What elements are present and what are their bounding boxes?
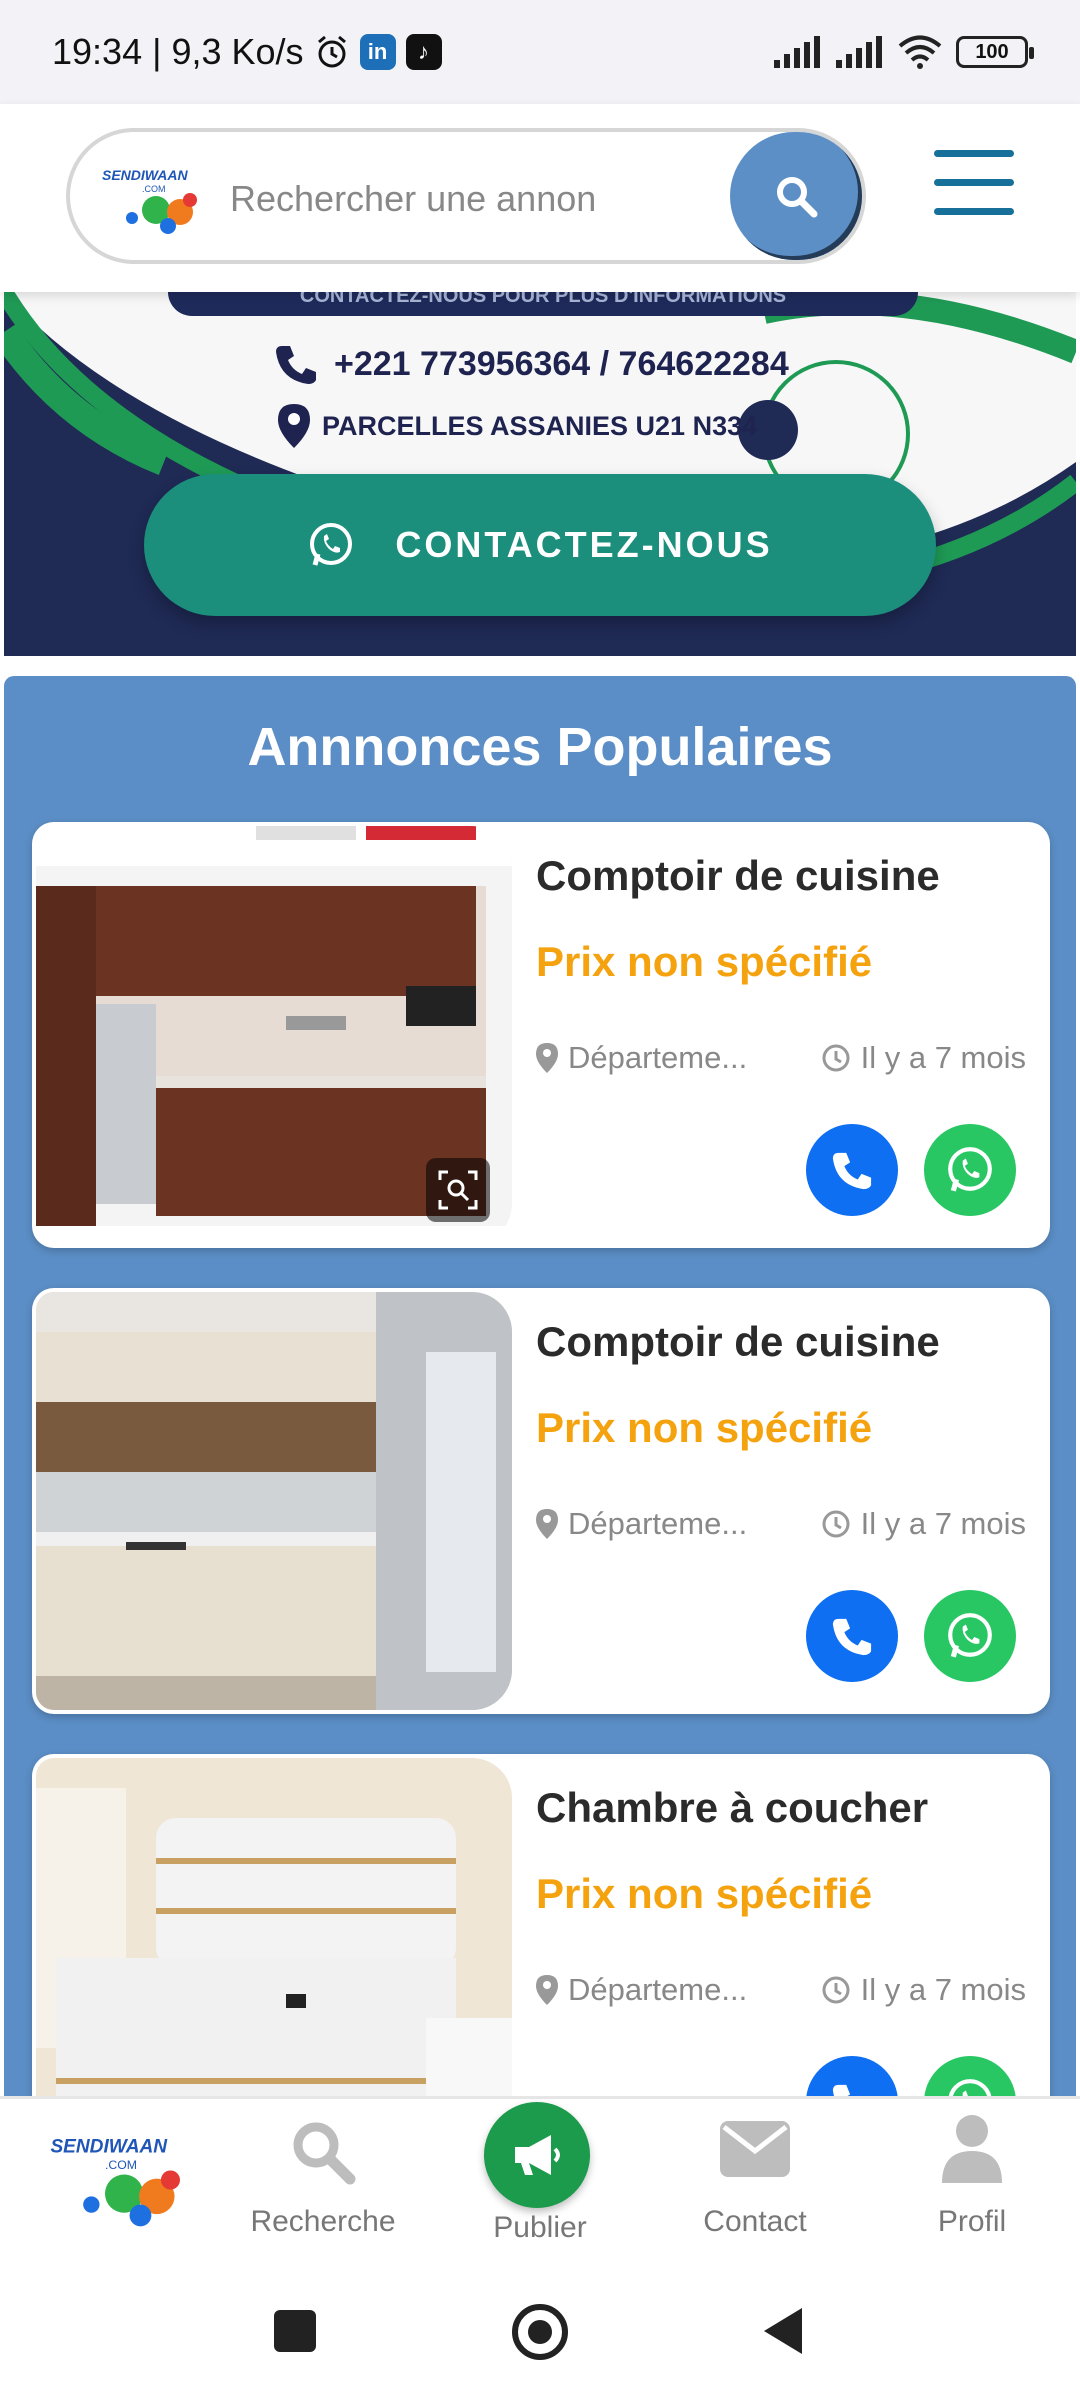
listing-image[interactable] [36,826,512,1244]
system-navigation-bar [0,2266,1080,2400]
search-icon [777,177,818,218]
nav-search-label: Recherche [250,2205,396,2238]
popular-listings-section: Annnonces Populaires Comptoir de cuisine… [4,676,1076,2180]
call-button[interactable] [806,1590,898,1682]
nav-profile[interactable]: Profil [872,2099,1072,2269]
sendiwaan-logo[interactable]: SENDIWAAN .COM [98,160,208,240]
listing-price: Prix non spécifié [536,938,873,985]
tiktok-icon: ♪ [405,34,442,70]
search-input[interactable]: Rechercher une annon [230,178,690,220]
back-button[interactable] [762,2306,806,2356]
status-time: 19:34 | 9,3 Ko/s [52,31,304,72]
home-dot-icon [528,2320,552,2344]
nav-home[interactable]: SENDIWAAN .COM [20,2099,220,2269]
wifi-icon [898,35,942,69]
listing-title[interactable]: Chambre à coucher [536,1784,928,1832]
location-pin-icon [536,1975,558,2005]
whatsapp-icon [310,523,353,566]
svg-text:SENDIWAAN: SENDIWAAN [50,2137,168,2158]
zoom-search-icon [438,1170,478,1210]
call-button[interactable] [806,1124,898,1216]
user-icon [942,2115,1002,2183]
clock-icon [822,1044,850,1072]
contact-us-label: CONTACTEZ-NOUS [395,524,773,565]
banner-address: PARCELLES ASSANIES U21 N334 [278,404,757,448]
clock-icon [822,1976,850,2004]
battery-level: 100 [975,40,1009,63]
whatsapp-icon [948,1147,992,1192]
banner-top-strip: CONTACTEZ-NOUS POUR PLUS D'INFORMATIONS [168,292,918,316]
listing-meta: Départeme... Il y a 7 mois [536,1040,1026,1076]
listing-time: Il y a 7 mois [821,1506,1026,1542]
location-pin-icon [536,1043,558,1073]
whatsapp-button[interactable] [924,1124,1016,1216]
recent-apps-button[interactable] [274,2310,316,2352]
listing-meta: Départeme... Il y a 7 mois [536,1972,1026,2008]
listing-card[interactable]: Comptoir de cuisine Prix non spécifié Dé… [32,1288,1050,1714]
listing-time-text: Il y a 7 mois [860,1040,1026,1075]
banner-phone: +221 773956364 / 764622284 [274,342,789,386]
listing-time-text: Il y a 7 mois [860,1506,1026,1541]
banner-address-text: PARCELLES ASSANIES U21 N334 [322,410,758,441]
menu-line-icon [934,150,1014,157]
listing-meta: Départeme... Il y a 7 mois [536,1506,1026,1542]
phone-icon [832,1152,872,1190]
signal-icon [774,36,820,68]
listing-location-text: Départeme... [568,1972,748,2007]
listing-location: Départeme... [536,1040,747,1076]
listing-title[interactable]: Comptoir de cuisine [536,1318,940,1366]
svg-text:SENDIWAAN: SENDIWAAN [102,167,188,183]
whatsapp-button[interactable] [924,1590,1016,1682]
hamburger-menu-button[interactable] [934,150,1014,220]
publish-button[interactable] [484,2102,590,2208]
screen: 19:34 | 9,3 Ko/s in ♪ 100 SENDIWAAN .COM… [0,0,1080,2400]
status-bar: 19:34 | 9,3 Ko/s in ♪ 100 [0,0,1080,104]
nav-contact-label: Contact [703,2205,807,2238]
linkedin-icon: in [359,34,396,70]
home-button[interactable] [512,2304,568,2360]
sendiwaan-logo: SENDIWAAN .COM [50,2137,180,2227]
menu-line-icon [934,208,1014,215]
listing-image[interactable] [36,1292,512,1710]
listing-card[interactable]: Comptoir de cuisine Prix non spécifié Dé… [32,822,1050,1248]
location-pin-icon [536,1509,558,1539]
listing-location-text: Départeme... [568,1506,748,1541]
battery-icon: 100 [956,36,1034,68]
nav-profile-label: Profil [937,2205,1007,2238]
nav-publish-label: Publier [493,2211,587,2244]
listing-location-text: Départeme... [568,1040,748,1075]
promo-banner: CONTACTEZ-NOUS POUR PLUS D'INFORMATIONS … [4,292,1076,656]
svg-text:.COM: .COM [105,2158,137,2172]
listing-time-text: Il y a 7 mois [860,1972,1026,2007]
banner-phone-text: +221 773956364 / 764622284 [334,344,789,383]
menu-line-icon [934,179,1014,186]
nav-search[interactable]: Recherche [223,2099,423,2269]
listing-title[interactable]: Comptoir de cuisine [536,852,940,900]
clock-icon [822,1510,850,1538]
phone-icon [832,1618,872,1656]
signal-icon-2 [836,36,882,68]
listing-time: Il y a 7 mois [821,1040,1026,1076]
listing-price: Prix non spécifié [536,1404,873,1451]
contact-us-button[interactable]: CONTACTEZ-NOUS [144,474,936,616]
location-pin-icon [278,404,310,448]
listing-location: Départeme... [536,1972,747,2008]
phone-icon [276,346,316,384]
section-title: Annnonces Populaires [247,717,833,777]
listing-time: Il y a 7 mois [821,1972,1026,2008]
search-bar[interactable]: SENDIWAAN .COM Rechercher une annon [66,128,866,264]
megaphone-icon [515,2135,560,2175]
listing-location: Départeme... [536,1506,747,1542]
search-button[interactable] [730,132,862,260]
nav-contact[interactable]: Contact [655,2099,855,2269]
svg-text:.COM: .COM [142,184,166,194]
listing-price: Prix non spécifié [536,1870,873,1917]
envelope-icon [720,2121,790,2177]
app-header: SENDIWAAN .COM Rechercher une annon [0,104,1080,292]
zoom-image-button[interactable] [426,1158,490,1222]
alarm-icon [317,35,346,68]
search-icon [293,2122,356,2185]
whatsapp-icon [948,1613,992,1658]
